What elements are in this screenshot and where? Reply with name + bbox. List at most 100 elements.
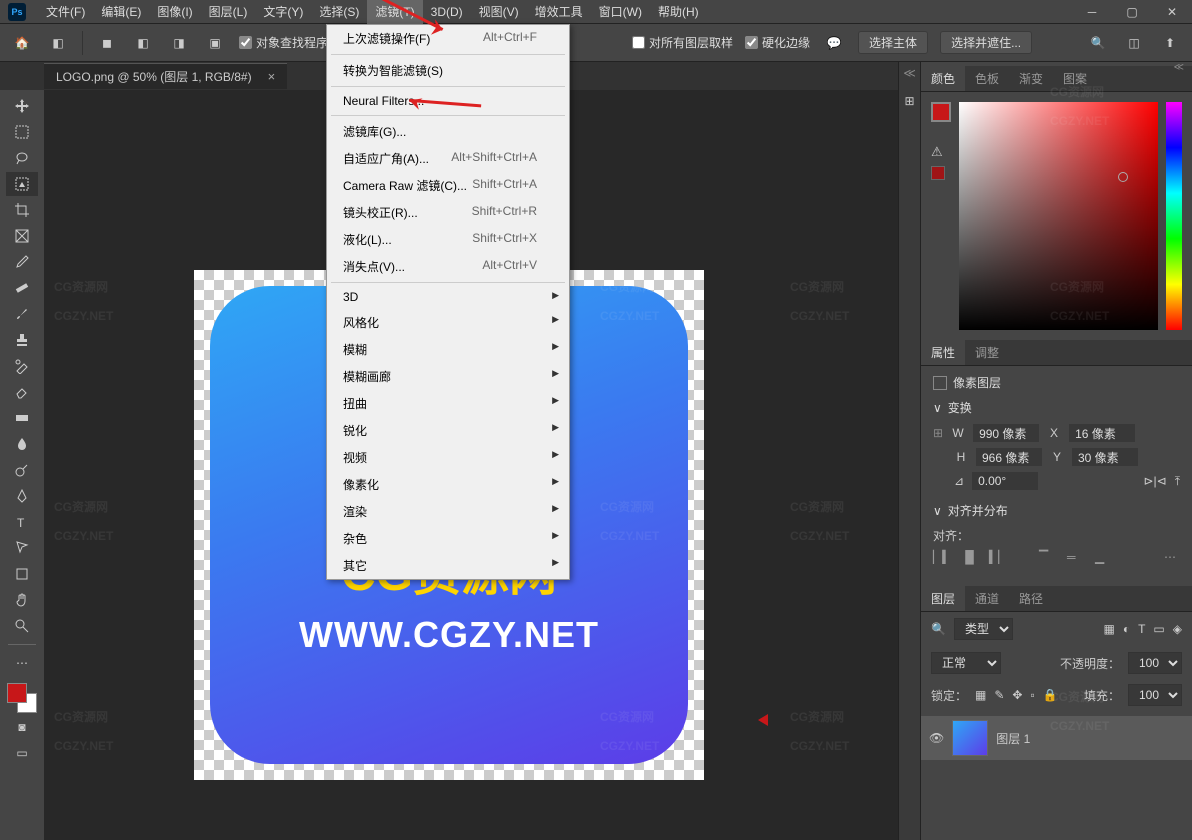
height-input[interactable] [976,448,1042,466]
filter-shape-icon[interactable]: ▭ [1153,622,1164,636]
menu-item[interactable]: 视频 [327,444,569,471]
fg-color[interactable] [7,683,27,703]
align-center-v-icon[interactable]: ═ [1067,550,1083,566]
document-tab[interactable]: LOGO.png @ 50% (图层 1, RGB/8#) × [44,63,287,89]
subtract-selection-icon[interactable]: ◨ [167,31,191,55]
pen-tool[interactable] [6,484,38,508]
home-icon[interactable]: 🏠 [10,31,34,55]
edit-mode-icon[interactable]: ⋯ [6,651,38,675]
close-tab-icon[interactable]: × [268,69,276,84]
align-center-h-icon[interactable]: ▐▌ [961,550,977,566]
history-brush-tool[interactable] [6,354,38,378]
menu-5[interactable]: 选择(S) [311,0,367,24]
tab-properties[interactable]: 属性 [921,340,965,365]
align-right-icon[interactable]: ▍▏ [989,550,1005,566]
add-selection-icon[interactable]: ◧ [131,31,155,55]
lock-all-icon[interactable]: 🔒 [1043,688,1058,702]
y-input[interactable] [1072,448,1138,466]
menu-item[interactable]: 3D [327,285,569,309]
menu-0[interactable]: 文件(F) [38,0,93,24]
filter-pixel-icon[interactable]: ▦ [1103,622,1114,636]
screen-mode-icon[interactable]: ▭ [6,741,38,765]
transform-title[interactable]: ∨ 变换 [933,399,1180,416]
more-icon[interactable]: ⋯ [1164,550,1180,566]
menu-item[interactable]: 渲染 [327,498,569,525]
menu-8[interactable]: 视图(V) [471,0,527,24]
menu-item[interactable]: 像素化 [327,471,569,498]
sample-all-check[interactable]: 对所有图层取样 [632,34,733,51]
selection-icon[interactable]: ◼ [95,31,119,55]
menu-item[interactable]: 其它 [327,552,569,579]
intersect-selection-icon[interactable]: ▣ [203,31,227,55]
maximize-button[interactable]: ▢ [1112,0,1152,24]
angle-input[interactable] [972,472,1038,490]
flip-v-icon[interactable]: ⤒ [1175,474,1180,489]
menu-item[interactable]: 滤镜库(G)... [327,118,569,145]
menu-item[interactable]: 扭曲 [327,390,569,417]
flip-h-icon[interactable]: ⊳|⊲ [1143,474,1166,488]
visibility-icon[interactable]: 👁 [929,731,944,745]
menu-item[interactable]: 锐化 [327,417,569,444]
tab-channels[interactable]: 通道 [965,586,1009,611]
filter-adjust-icon[interactable]: ◐ [1123,622,1130,636]
tab-gradients[interactable]: 渐变 [1009,66,1053,91]
menu-10[interactable]: 窗口(W) [591,0,650,24]
x-input[interactable] [1069,424,1135,442]
align-top-icon[interactable]: ▔ [1039,550,1055,566]
menu-item[interactable]: 消失点(V)...Alt+Ctrl+V [327,253,569,280]
tab-swatches[interactable]: 色板 [965,66,1009,91]
menu-item[interactable]: 模糊 [327,336,569,363]
tool-preset-icon[interactable]: ◧ [46,31,70,55]
lasso-tool[interactable] [6,146,38,170]
menu-item[interactable]: 自适应广角(A)...Alt+Shift+Ctrl+A [327,145,569,172]
width-input[interactable] [973,424,1039,442]
menu-item[interactable]: 模糊画廊 [327,363,569,390]
select-subject-button[interactable]: 选择主体 [858,31,928,54]
menu-item[interactable]: 转换为智能滤镜(S) [327,57,569,84]
fill-input[interactable]: 100% [1128,684,1182,706]
menu-9[interactable]: 增效工具 [527,0,591,24]
object-finder-check[interactable]: 对象查找程序 [239,34,328,51]
menu-3[interactable]: 图层(L) [201,0,256,24]
select-mask-button[interactable]: 选择并遮住... [940,31,1032,54]
tab-patterns[interactable]: 图案 [1053,66,1097,91]
hue-slider[interactable] [1166,102,1182,330]
tab-adjustments[interactable]: 调整 [965,340,1009,365]
brush-tool[interactable] [6,302,38,326]
filter-smart-icon[interactable]: ◈ [1173,622,1182,636]
stamp-tool[interactable] [6,328,38,352]
opacity-input[interactable]: 100% [1128,652,1182,674]
tab-layers[interactable]: 图层 [921,586,965,611]
settings-icon[interactable]: 💬 [822,31,846,55]
quick-mask-icon[interactable]: ◙ [6,715,38,739]
color-field[interactable] [959,102,1158,330]
shape-tool[interactable] [6,562,38,586]
healing-tool[interactable] [6,276,38,300]
share-icon[interactable]: ⬆ [1158,31,1182,55]
align-title[interactable]: ∨ 对齐并分布 [933,502,1180,519]
lock-pixels-icon[interactable]: ▦ [975,688,986,702]
menu-item[interactable]: 镜头校正(R)...Shift+Ctrl+R [327,199,569,226]
layer-name[interactable]: 图层 1 [996,730,1030,747]
lock-paint-icon[interactable]: ✎ [994,688,1004,702]
marquee-tool[interactable] [6,120,38,144]
menu-item[interactable]: 液化(L)...Shift+Ctrl+X [327,226,569,253]
layer-thumbnail[interactable] [952,720,988,756]
move-tool[interactable] [6,94,38,118]
menu-item[interactable]: 杂色 [327,525,569,552]
warn-swatch[interactable] [931,166,945,180]
menu-2[interactable]: 图像(I) [149,0,200,24]
color-swatches[interactable] [7,683,37,713]
tab-paths[interactable]: 路径 [1009,586,1053,611]
crop-tool[interactable] [6,198,38,222]
filter-type-icon[interactable]: T [1138,622,1145,636]
hand-tool[interactable] [6,588,38,612]
layer-row[interactable]: 👁 图层 1 [921,716,1192,760]
type-tool[interactable]: T [6,510,38,534]
align-left-icon[interactable]: ▏▍ [933,550,949,566]
blend-mode-select[interactable]: 正常 [931,652,1001,674]
menu-4[interactable]: 文字(Y) [255,0,311,24]
lock-artboard-icon[interactable]: ▫ [1030,688,1034,702]
workspace-icon[interactable]: ◫ [1122,31,1146,55]
eraser-tool[interactable] [6,380,38,404]
